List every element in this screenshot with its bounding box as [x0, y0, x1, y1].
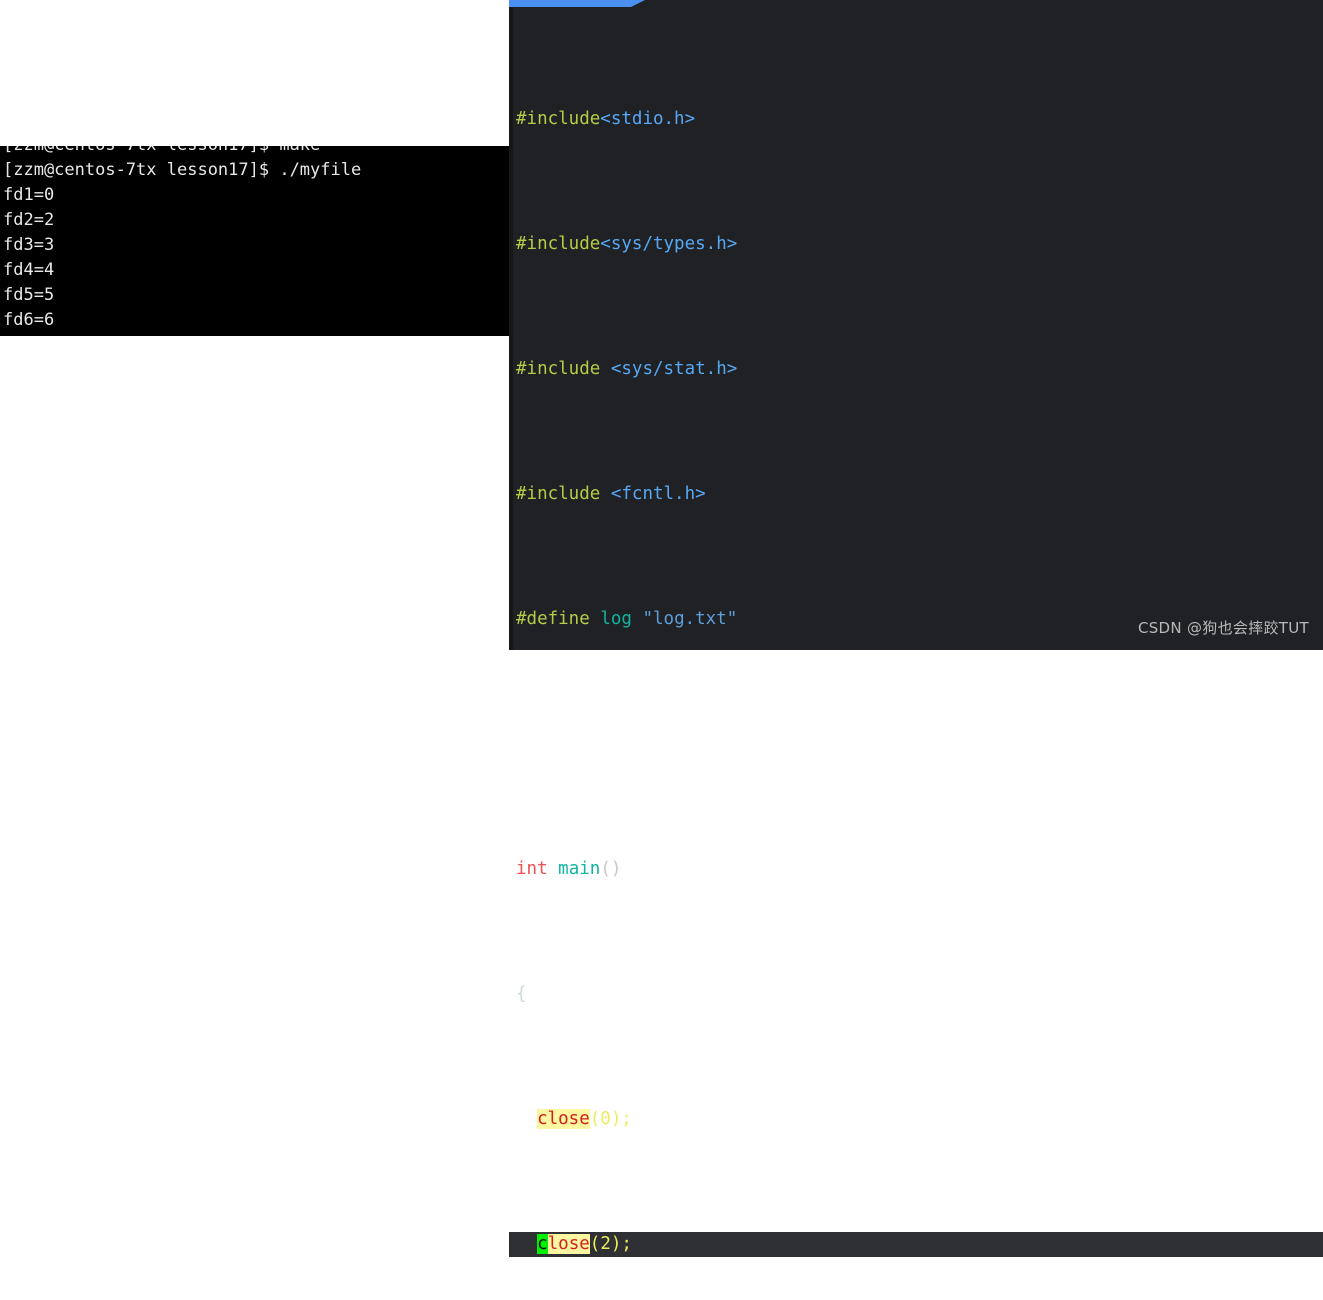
- preprocessor-directive: #include: [516, 234, 601, 254]
- terminal-clipped-top-line: [zzm@centos-7tx lesson17]$ make: [0, 146, 320, 158]
- macro-value: "log.txt": [642, 609, 738, 629]
- terminal-output-line: fd3=3: [3, 235, 55, 255]
- code-content[interactable]: #include<stdio.h> #include<sys/types.h> …: [509, 7, 1323, 1300]
- parens: (): [600, 859, 622, 879]
- terminal-output-line: fd1=0: [3, 185, 55, 205]
- code-line-include-stdio[interactable]: #include<stdio.h>: [509, 107, 1323, 132]
- preprocessor-directive: #define: [516, 609, 590, 629]
- code-line-close-0[interactable]: close(0);: [509, 1107, 1323, 1132]
- code-line-blank[interactable]: [509, 732, 1323, 757]
- code-line-close-2[interactable]: close(2);: [509, 1232, 1323, 1257]
- preprocessor-directive: #include: [516, 109, 601, 129]
- editor-cursor: c: [537, 1234, 548, 1254]
- code-editor-pane[interactable]: #include<stdio.h> #include<sys/types.h> …: [509, 0, 1323, 1257]
- terminal-prompt-line: [zzm@centos-7tx lesson17]$ ./myfile: [3, 160, 362, 180]
- code-line-include-fcntl[interactable]: #include <fcntl.h>: [509, 482, 1323, 507]
- close-token-rest: lose: [547, 1234, 590, 1254]
- header-name: <stdio.h>: [600, 109, 696, 129]
- close-argument-0: (0);: [589, 1109, 632, 1129]
- header-name: <sys/types.h>: [600, 234, 738, 254]
- terminal-clipped-top-row: [zzm@centos-7tx lesson17]$ make: [0, 146, 509, 158]
- keyword-int: int: [516, 859, 548, 879]
- highlighted-close-token-with-cursor: close: [537, 1234, 590, 1254]
- close-argument-2: (2);: [589, 1234, 632, 1254]
- terminal-window[interactable]: [zzm@centos-7tx lesson17]$ make [zzm@cen…: [0, 146, 509, 336]
- code-line-include-types[interactable]: #include<sys/types.h>: [509, 232, 1323, 257]
- highlighted-close-token: close: [537, 1109, 590, 1129]
- terminal-output-line: fd2=2: [3, 210, 55, 230]
- header-name: <sys/stat.h>: [610, 359, 738, 379]
- code-line-open-brace[interactable]: {: [509, 982, 1323, 1007]
- function-main: main: [558, 859, 601, 879]
- macro-name: log: [600, 609, 632, 629]
- code-line-include-stat[interactable]: #include <sys/stat.h>: [509, 357, 1323, 382]
- csdn-watermark: CSDN @狗也会摔跤TUT: [1137, 619, 1309, 637]
- brace-open: {: [516, 984, 527, 1004]
- code-line-main-signature[interactable]: int main(): [509, 857, 1323, 882]
- preprocessor-directive: #include: [516, 359, 601, 379]
- preprocessor-directive: #include: [516, 484, 601, 504]
- terminal-output-line: fd6=6: [3, 310, 55, 330]
- terminal-output-line: fd4=4: [3, 260, 55, 280]
- terminal-clipped-bottom-row: [zzm@centos-7tx lesson17]$: [0, 333, 509, 336]
- header-name: <fcntl.h>: [610, 484, 706, 504]
- editor-tab-indicator[interactable]: [509, 0, 631, 7]
- editor-tab-indicator-slant: [631, 0, 645, 7]
- terminal-output-line: fd5=5: [3, 285, 55, 305]
